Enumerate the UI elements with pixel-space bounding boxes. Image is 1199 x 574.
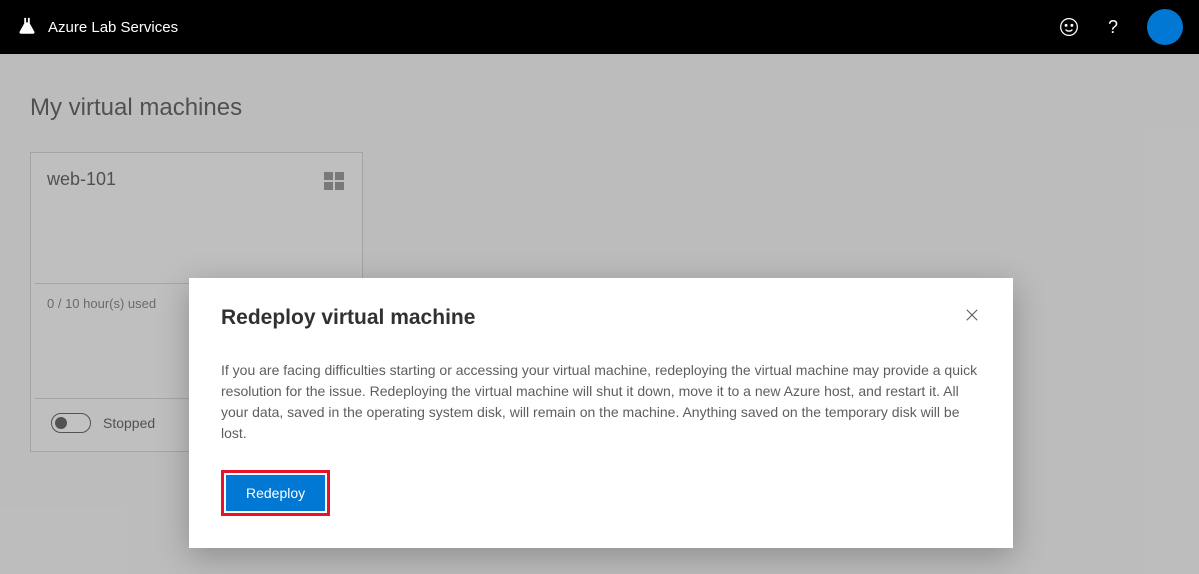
dialog-body: If you are facing difficulties starting …: [221, 360, 981, 444]
help-icon[interactable]: ?: [1103, 17, 1123, 38]
highlight-annotation: Redeploy: [221, 470, 330, 516]
close-icon[interactable]: [963, 306, 981, 324]
lab-services-logo-icon: [16, 16, 38, 38]
brand[interactable]: Azure Lab Services: [16, 16, 178, 38]
redeploy-button[interactable]: Redeploy: [226, 475, 325, 511]
redeploy-dialog: Redeploy virtual machine If you are faci…: [189, 278, 1013, 548]
topbar-right: ?: [1059, 9, 1183, 45]
top-navbar: Azure Lab Services ?: [0, 0, 1199, 54]
dialog-header: Redeploy virtual machine: [221, 306, 981, 330]
brand-name: Azure Lab Services: [48, 19, 178, 36]
dialog-title: Redeploy virtual machine: [221, 306, 475, 330]
feedback-smiley-icon[interactable]: [1059, 17, 1079, 37]
user-avatar[interactable]: [1147, 9, 1183, 45]
